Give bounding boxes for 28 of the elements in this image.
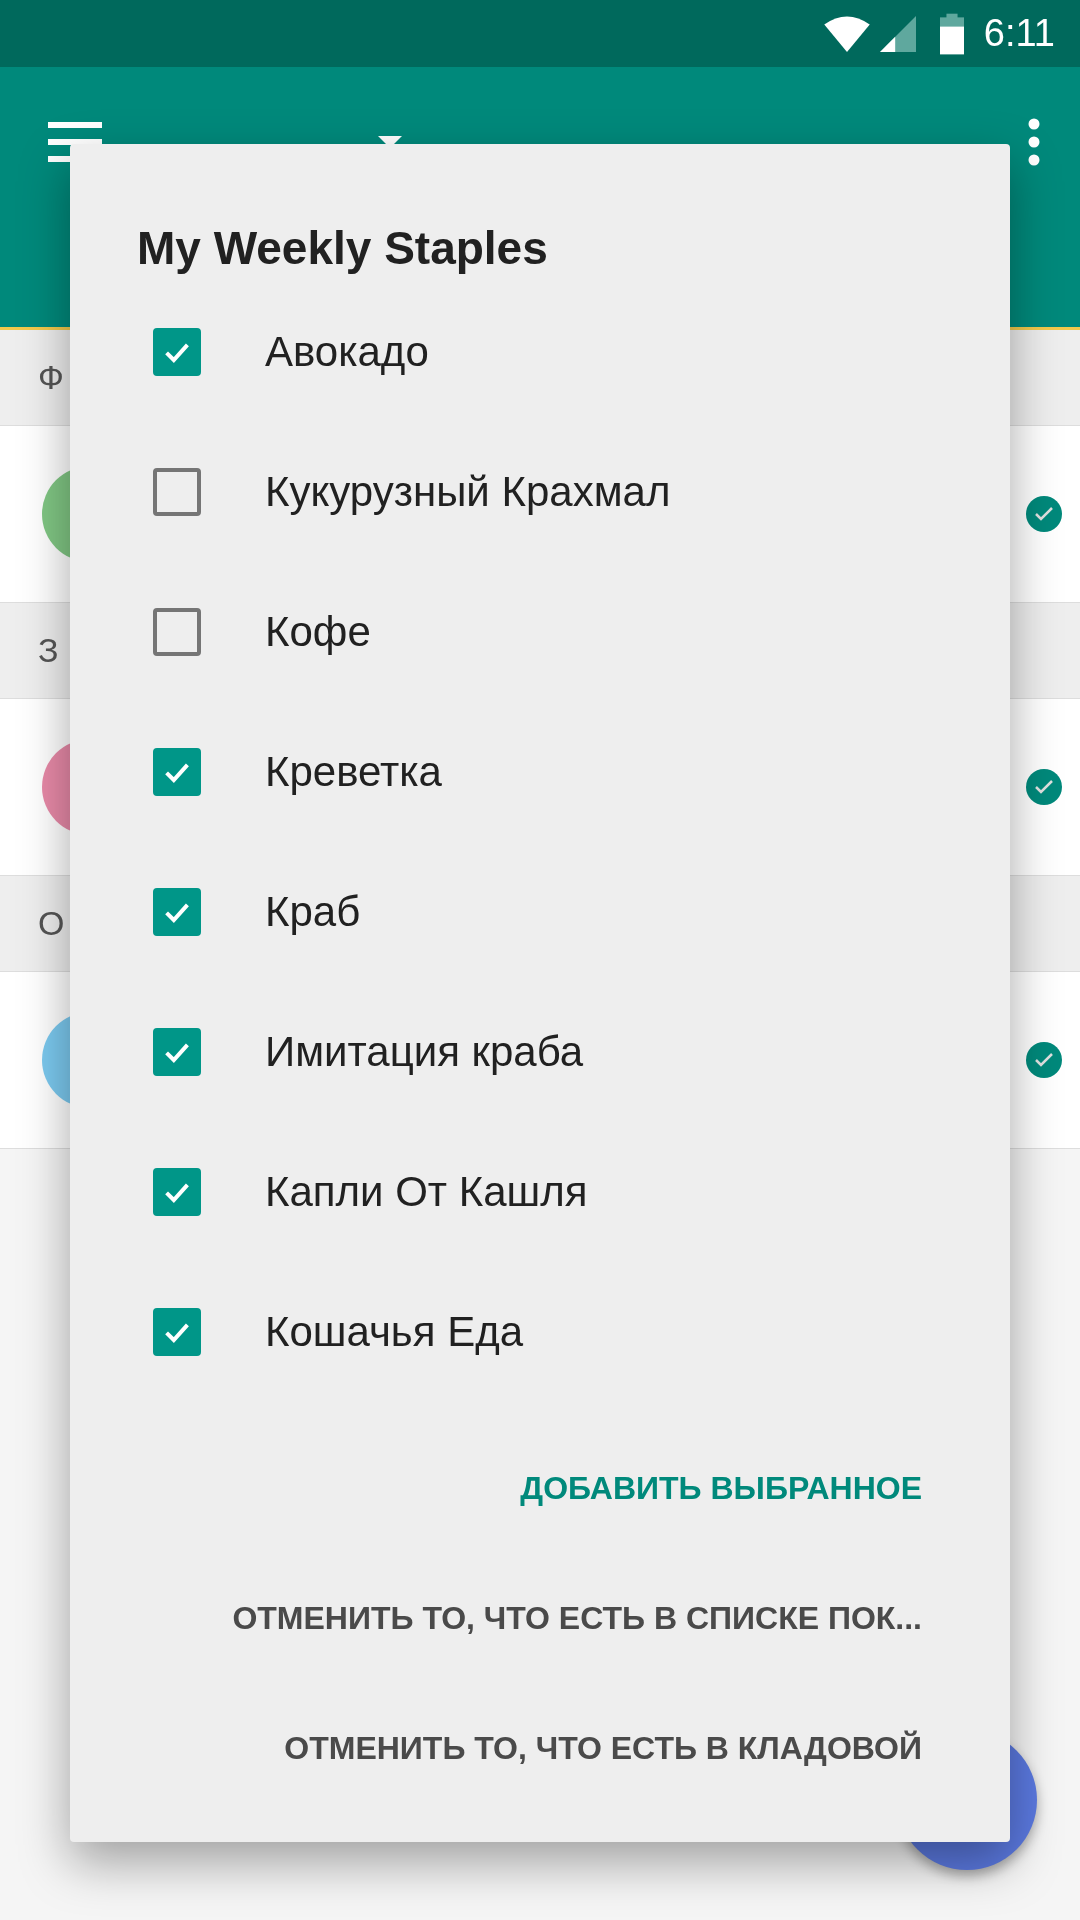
- checkbox[interactable]: [153, 1168, 201, 1216]
- checkbox[interactable]: [153, 888, 201, 936]
- dialog-button[interactable]: ОТМЕНИТЬ ТО, ЧТО ЕСТЬ В СПИСКЕ ПОК...: [222, 1568, 932, 1668]
- checkbox[interactable]: [153, 328, 201, 376]
- checkbox[interactable]: [153, 1308, 201, 1356]
- section-header: З: [38, 631, 59, 670]
- clock-time: 6:11: [983, 12, 1055, 55]
- battery-icon: [939, 12, 964, 55]
- section-header: Ф: [38, 358, 64, 397]
- dialog-button[interactable]: ДОБАВИТЬ ВЫБРАННОЕ: [510, 1438, 932, 1538]
- checkbox-item[interactable]: Имитация краба: [70, 982, 1010, 1122]
- checkbox-item[interactable]: Креветка: [70, 702, 1010, 842]
- checkbox-item[interactable]: Авокадо: [70, 282, 1010, 422]
- wifi-icon: [823, 15, 870, 52]
- dialog-title: My Weekly Staples: [136, 221, 549, 276]
- checkbox-item[interactable]: Кукурузный Крахмал: [70, 422, 1010, 562]
- checkbox-item[interactable]: Кошачья Еда: [70, 1262, 1010, 1402]
- more-icon[interactable]: [1028, 118, 1040, 166]
- checkbox[interactable]: [153, 608, 201, 656]
- checkbox[interactable]: [153, 468, 201, 516]
- checkbox[interactable]: [153, 748, 201, 796]
- checkbox-item[interactable]: Кофе: [70, 562, 1010, 702]
- dialog-button[interactable]: ОТМЕНИТЬ ТО, ЧТО ЕСТЬ В КЛАДОВОЙ: [274, 1698, 932, 1798]
- signal-icon: [879, 15, 916, 52]
- section-header: О: [38, 904, 65, 943]
- checkbox-item[interactable]: Краб: [70, 842, 1010, 982]
- checkbox-item[interactable]: Капли От Кашля: [70, 1122, 1010, 1262]
- checkbox[interactable]: [153, 1028, 201, 1076]
